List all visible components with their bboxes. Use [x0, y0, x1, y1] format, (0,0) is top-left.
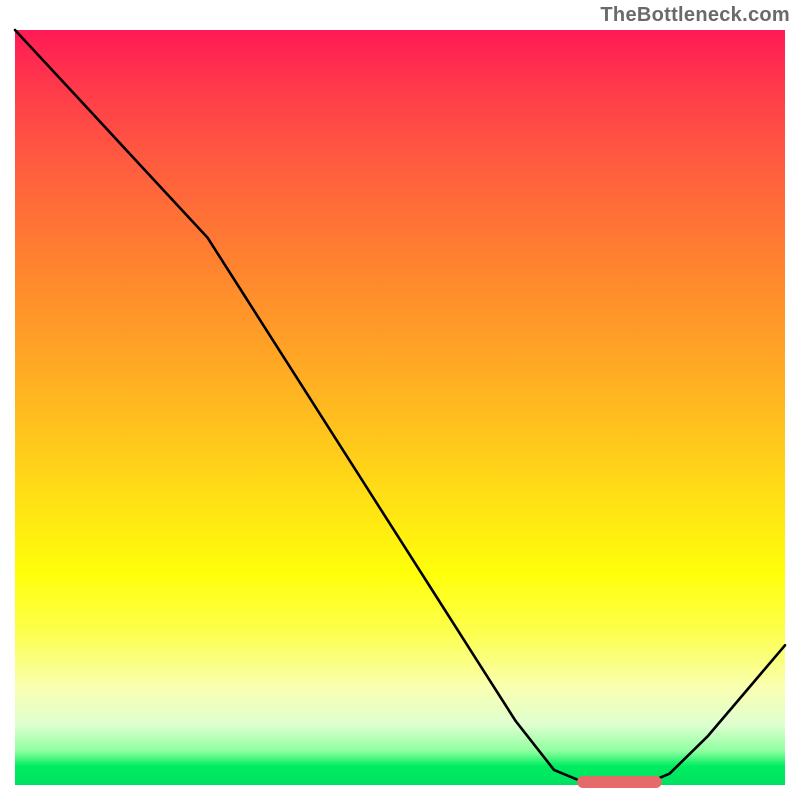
chart-svg — [15, 30, 785, 785]
attribution-text: TheBottleneck.com — [600, 4, 790, 27]
bottleneck-curve — [15, 30, 785, 784]
optimal-range-marker — [577, 776, 662, 788]
chart-plot-area — [15, 30, 785, 785]
